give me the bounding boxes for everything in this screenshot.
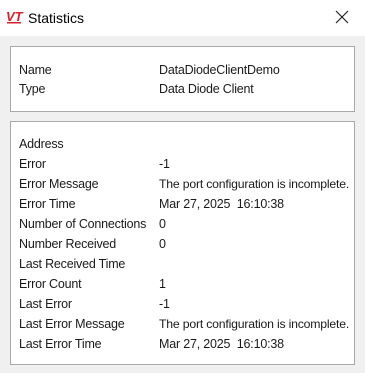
last-received-time-row: Last Received Time <box>19 254 350 274</box>
error-time-value: Mar 27, 2025 16:10:38 <box>159 197 284 211</box>
last-error-message-label: Last Error Message <box>19 317 125 331</box>
error-label: Error <box>19 157 46 171</box>
general-info-panel: Name DataDiodeClientDemo Type Data Diode… <box>10 46 355 112</box>
statistics-details-panel: Address Error -1 Error Message The port … <box>10 121 355 365</box>
last-error-time-label: Last Error Time <box>19 337 102 351</box>
error-message-label: Error Message <box>19 177 99 191</box>
type-value: Data Diode Client <box>159 82 254 96</box>
error-count-row: Error Count 1 <box>19 274 350 294</box>
number-of-connections-row: Number of Connections 0 <box>19 214 350 234</box>
error-count-value: 1 <box>159 277 166 291</box>
name-row: Name DataDiodeClientDemo <box>19 60 350 80</box>
number-received-row: Number Received 0 <box>19 234 350 254</box>
error-time-label: Error Time <box>19 197 76 211</box>
title-bar[interactable]: VT Statistics <box>0 0 365 36</box>
last-error-time-value: Mar 27, 2025 16:10:38 <box>159 337 284 351</box>
name-label: Name <box>19 63 52 77</box>
last-error-message-value: The port configuration is incomplete. <box>159 317 350 331</box>
statistics-dialog: VT Statistics Name DataDiodeClientDemo T… <box>0 0 365 373</box>
type-row: Type Data Diode Client <box>19 79 350 99</box>
svg-text:VT: VT <box>6 9 24 24</box>
error-message-value: The port configuration is incomplete. <box>159 177 350 191</box>
name-value: DataDiodeClientDemo <box>159 63 280 77</box>
error-row: Error -1 <box>19 154 350 174</box>
address-label: Address <box>19 137 64 151</box>
number-received-label: Number Received <box>19 237 117 251</box>
close-button[interactable] <box>319 0 365 34</box>
last-error-label: Last Error <box>19 297 72 311</box>
error-value: -1 <box>159 157 170 171</box>
error-count-label: Error Count <box>19 277 82 291</box>
number-of-connections-label: Number of Connections <box>19 217 147 231</box>
vt-app-icon: VT <box>6 9 24 25</box>
error-message-row: Error Message The port configuration is … <box>19 174 350 194</box>
address-row: Address <box>19 134 350 154</box>
number-received-value: 0 <box>159 237 166 251</box>
last-error-time-row: Last Error Time Mar 27, 2025 16:10:38 <box>19 334 350 354</box>
window-title: Statistics <box>28 10 85 26</box>
error-time-row: Error Time Mar 27, 2025 16:10:38 <box>19 194 350 214</box>
last-error-row: Last Error -1 <box>19 294 350 314</box>
close-icon <box>335 10 349 24</box>
last-error-message-row: Last Error Message The port configuratio… <box>19 314 350 334</box>
last-received-time-label: Last Received Time <box>19 257 126 271</box>
number-of-connections-value: 0 <box>159 217 166 231</box>
type-label: Type <box>19 82 46 96</box>
last-error-value: -1 <box>159 297 170 311</box>
